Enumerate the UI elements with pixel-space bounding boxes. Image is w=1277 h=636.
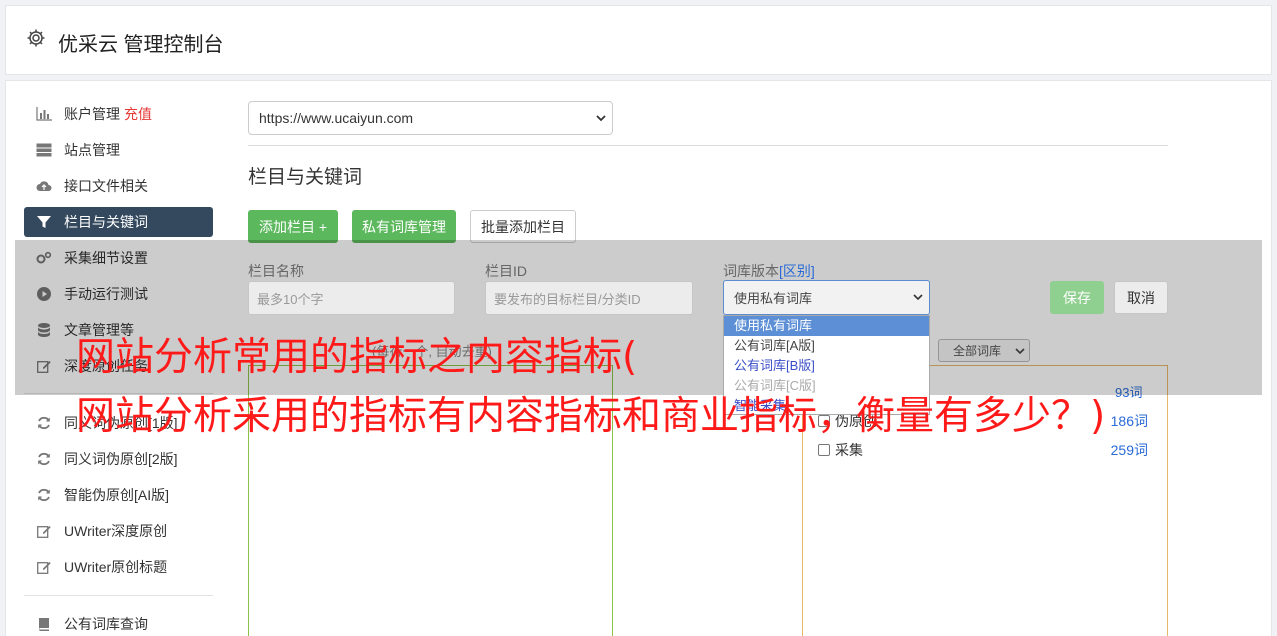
sidebar-item-ai-rewrite[interactable]: 智能伪原创[AI版] <box>24 480 213 510</box>
library-row[interactable]: 采集 259词 <box>818 439 1148 461</box>
column-name-input[interactable]: 最多10个字 <box>248 281 455 315</box>
headline-line-2: 网站分析采用的指标有内容指标和商业指标，衡量有多少？) <box>76 394 1106 439</box>
top-bar: 优采云 管理控制台 <box>5 5 1272 75</box>
sidebar-item-label: 同义词伪原创[2版] <box>64 451 178 467</box>
sidebar-divider <box>24 595 213 596</box>
lib-version-label: 词库版本[区别] <box>723 261 815 281</box>
cancel-button[interactable]: 取消 <box>1114 281 1168 314</box>
add-column-button[interactable]: 添加栏目 + <box>248 210 338 243</box>
divider <box>248 145 1168 146</box>
lib-version-text: 词库版本 <box>723 263 779 279</box>
sidebar-item-label: 智能伪原创[AI版] <box>64 487 170 503</box>
chevron-down-icon <box>913 294 923 301</box>
sidebar-item-account[interactable]: 账户管理 充值 <box>24 99 213 129</box>
sidebar-item-label: UWriter深度原创 <box>64 523 168 539</box>
sidebar-item-label: 站点管理 <box>64 142 120 158</box>
cloud-upload-icon <box>36 178 52 194</box>
bar-chart-icon <box>36 106 52 122</box>
app-title: 优采云 管理控制台 <box>58 34 224 56</box>
sidebar-item-interface[interactable]: 接口文件相关 <box>24 171 213 201</box>
dropdown-option[interactable]: 使用私有词库 <box>724 316 929 336</box>
batch-add-button[interactable]: 批量添加栏目 <box>470 210 576 243</box>
private-lib-button[interactable]: 私有词库管理 <box>352 210 456 243</box>
dropdown-option[interactable]: 公有词库[A版] <box>724 336 929 356</box>
edit-icon <box>36 559 52 575</box>
refresh-icon <box>36 415 52 431</box>
word-count[interactable]: 186词 <box>1111 411 1148 431</box>
filter-icon <box>36 214 52 230</box>
lib-version-select[interactable]: 使用私有词库 <box>723 280 930 315</box>
difference-link[interactable]: [区别] <box>779 263 815 279</box>
sidebar-item-synonym-v2[interactable]: 同义词伪原创[2版] <box>24 444 213 474</box>
word-count[interactable]: 259词 <box>1111 440 1148 460</box>
column-id-input[interactable]: 要发布的目标栏目/分类ID <box>485 281 693 315</box>
sidebar-item-label: 接口文件相关 <box>64 178 148 194</box>
lib-version-value: 使用私有词库 <box>734 291 813 306</box>
refresh-icon <box>36 451 52 467</box>
gear-icon <box>27 29 45 47</box>
book-icon <box>36 616 52 632</box>
sidebar-item-label: 公有词库查询 <box>64 616 148 632</box>
refresh-icon <box>36 487 52 503</box>
sidebar-item-uwriter-deep[interactable]: UWriter深度原创 <box>24 516 213 546</box>
chevron-down-icon <box>596 115 606 122</box>
column-name-label: 栏目名称 <box>248 263 304 279</box>
sidebar-item-public-lib[interactable]: 公有词库查询 <box>24 609 213 636</box>
dropdown-option[interactable]: 公有词库[B版] <box>724 356 929 376</box>
sidebar-item-label: 账户管理 <box>64 106 120 122</box>
headline-line-1: 网站分析常用的指标之内容指标( <box>76 335 638 380</box>
checkbox[interactable] <box>818 444 830 456</box>
library-row-label: 采集 <box>835 442 863 458</box>
section-title: 栏目与关键词 <box>248 167 363 188</box>
sidebar-item-label: UWriter原创标题 <box>64 559 168 575</box>
site-select-value: https://www.ucaiyun.com <box>259 110 414 126</box>
edit-icon <box>36 523 52 539</box>
recharge-link[interactable]: 充值 <box>124 104 152 124</box>
server-icon <box>36 142 52 158</box>
sidebar-item-sites[interactable]: 站点管理 <box>24 135 213 165</box>
sidebar-item-label: 栏目与关键词 <box>64 214 148 230</box>
sidebar-item-columns[interactable]: 栏目与关键词 <box>24 207 213 237</box>
sidebar-item-uwriter-title[interactable]: UWriter原创标题 <box>24 552 213 582</box>
site-select[interactable]: https://www.ucaiyun.com <box>248 101 613 135</box>
column-id-label: 栏目ID <box>485 263 527 279</box>
save-button[interactable]: 保存 <box>1050 281 1104 314</box>
